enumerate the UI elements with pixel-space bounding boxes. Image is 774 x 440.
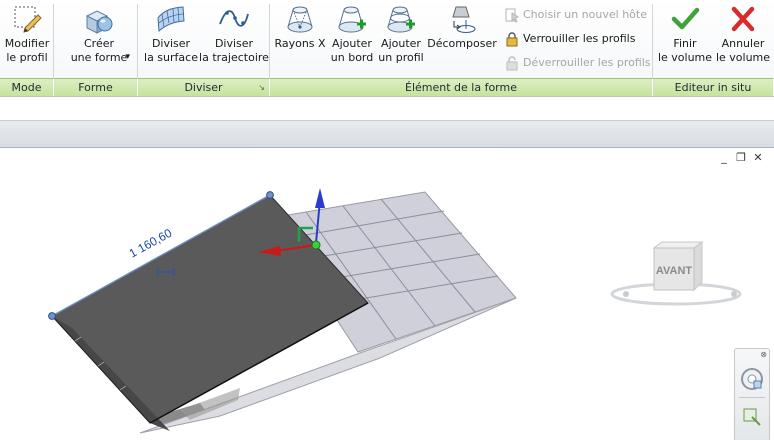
cancel-mass-button[interactable]: Annuler le volume [713, 4, 773, 65]
panel-editeur-in-situ: Finir le volume Annuler le volume Editeu… [653, 0, 774, 96]
modify-profile-button[interactable]: Modifier le profil [2, 4, 52, 65]
lock-icon [506, 32, 518, 47]
panel-label-diviser: Diviser ↘ [138, 78, 270, 96]
xray-button[interactable]: Rayons X [272, 4, 328, 51]
finish-mass-label: Finir le volume [657, 37, 713, 64]
panel-label-element-forme: Élément de la forme [270, 78, 653, 96]
ribbon: Modifier le profil Mode Créer une forme ▾… [0, 0, 774, 97]
navbar-divider [739, 397, 765, 398]
status-strip [0, 120, 774, 148]
divide-surface-icon [157, 6, 185, 33]
dissolve-label: Décomposer [427, 37, 497, 50]
3d-viewport[interactable]: _ ❐ ✕ 1 160,60 AVANT ⊗ [0, 148, 774, 440]
divide-path-button[interactable]: Diviser la trajectoire [199, 4, 269, 65]
pick-new-host-label: Choisir un nouvel hôte [523, 8, 647, 21]
add-edge-label: Ajouter un bord [330, 37, 374, 64]
panel-forme: Créer une forme ▾ Forme [54, 0, 138, 96]
add-edge-button[interactable]: Ajouter un bord [326, 4, 378, 65]
viewcube[interactable]: AVANT [606, 238, 752, 308]
lock-profiles-label: Verrouiller les profils [523, 32, 636, 45]
dropdown-arrow-icon[interactable]: ▾ [125, 50, 130, 64]
add-profile-button[interactable]: Ajouter un profil [376, 4, 426, 65]
viewcube-face-label[interactable]: AVANT [656, 265, 693, 277]
divide-path-icon [219, 10, 249, 27]
xray-label: Rayons X [274, 37, 326, 50]
cross-icon [731, 6, 755, 32]
edit-profile-icon [14, 6, 42, 33]
zoom-region-icon[interactable] [742, 407, 762, 427]
finish-mass-button[interactable]: Finir le volume [655, 4, 715, 65]
options-bar [0, 100, 774, 120]
lock-profiles-button[interactable]: Verrouiller les profils [504, 30, 635, 48]
panel-mode: Modifier le profil Mode [0, 0, 54, 96]
panel-label-editeur-in-situ: Editeur in situ [653, 78, 774, 96]
add-profile-icon [387, 6, 415, 33]
pick-host-icon [505, 8, 520, 23]
panel-diviser: Diviser la surface Diviser la trajectoir… [138, 0, 270, 96]
unlock-profiles-button[interactable]: Déverrouiller les profils [504, 54, 651, 72]
add-edge-icon [338, 6, 366, 33]
dissolve-button[interactable]: Décomposer [426, 4, 498, 51]
steering-wheel-icon[interactable] [738, 365, 766, 393]
panel-label-mode: Mode [0, 78, 54, 96]
dissolve-icon [452, 6, 476, 33]
divide-path-label: Diviser la trajectoire [199, 37, 269, 64]
unlock-profiles-label: Déverrouiller les profils [523, 56, 651, 69]
check-icon [671, 7, 700, 30]
panel-launcher-icon[interactable]: ↘ [258, 79, 265, 96]
add-profile-label: Ajouter un profil [378, 37, 424, 64]
divide-surface-label: Diviser la surface [144, 37, 198, 64]
navbar-close-icon[interactable]: ⊗ [760, 350, 767, 359]
pick-new-host-button[interactable]: Choisir un nouvel hôte [504, 6, 647, 24]
create-form-label: Créer une forme ▾ [70, 37, 130, 64]
unlock-icon [506, 56, 518, 71]
divide-surface-button[interactable]: Diviser la surface [141, 4, 201, 65]
cancel-mass-label: Annuler le volume [715, 37, 771, 64]
modify-profile-label: Modifier le profil [4, 37, 50, 64]
navigation-bar: ⊗ [734, 348, 770, 440]
panel-label-forme: Forme [54, 78, 138, 96]
create-form-icon [85, 10, 113, 34]
create-form-button[interactable]: Créer une forme ▾ [64, 4, 134, 65]
xray-icon [287, 6, 313, 33]
